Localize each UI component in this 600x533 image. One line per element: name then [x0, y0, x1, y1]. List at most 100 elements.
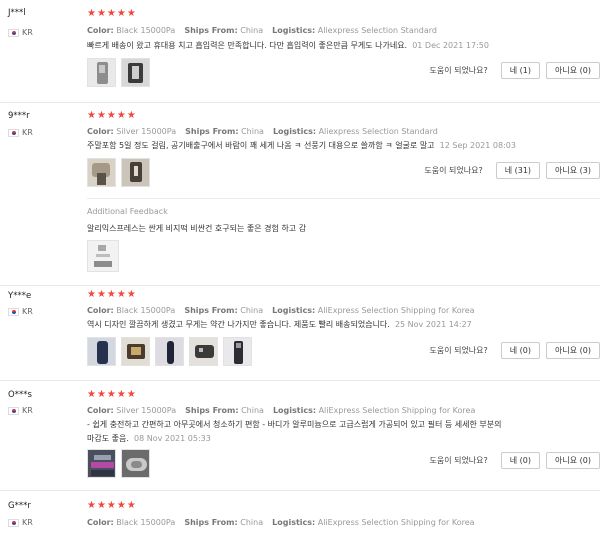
- ships-value: China: [240, 518, 264, 527]
- helpful-no-button[interactable]: 아니요 (0): [546, 342, 600, 359]
- ships-label: Ships From:: [184, 518, 238, 527]
- country-code: KR: [22, 518, 33, 527]
- helpful-box: 도움이 되었나요? 네 (0) 아니요 (0): [429, 452, 600, 469]
- ships-label: Ships From:: [185, 127, 239, 136]
- country-code: KR: [22, 406, 33, 415]
- ships-value: China: [241, 406, 264, 415]
- review-meta: Color: Black 15000Pa Ships From: China Log…: [87, 518, 475, 527]
- review-body: - 쉽게 충전하고 간편하고 아무곳에서 청소하기 편함 - 바디가 알루미늄으…: [87, 420, 502, 429]
- helpful-no-button[interactable]: 아니요 (0): [546, 452, 600, 469]
- review-photo[interactable]: [155, 337, 184, 366]
- color-label: Color:: [87, 518, 114, 527]
- color-value: Black 15000Pa: [116, 306, 176, 315]
- helpful-box: 도움이 되었나요? 네 (31) 아니요 (3): [424, 162, 600, 179]
- color-label: Color:: [87, 306, 114, 315]
- review-photo[interactable]: [121, 58, 150, 87]
- rating-stars: ★★★★★: [87, 8, 137, 19]
- review-date: 25 Nov 2021 14:27: [394, 320, 472, 329]
- logistics-value: AliExpress Selection Shipping for Korea: [317, 306, 475, 315]
- review-date: 08 Nov 2021 05:33: [133, 434, 211, 443]
- reviewer-country: KR: [8, 406, 33, 415]
- review-photo[interactable]: [121, 158, 150, 187]
- review-photo[interactable]: [87, 337, 116, 366]
- review-photo[interactable]: [121, 449, 150, 478]
- ships-value: China: [240, 306, 264, 315]
- helpful-box: 도움이 되었나요? 네 (0) 아니요 (0): [429, 342, 600, 359]
- logistics-value: AliExpress Selection Shipping for Korea: [317, 518, 475, 527]
- review-text: 빠르게 배송이 왔고 휴대용 치고 흡입력은 만족합니다. 다만 흡입력이 좋은…: [87, 39, 489, 53]
- reviewer-name: O***s: [8, 390, 32, 400]
- color-value: Silver 15000Pa: [116, 406, 177, 415]
- helpful-question: 도움이 되었나요?: [429, 456, 488, 465]
- helpful-no-button[interactable]: 아니요 (3): [546, 162, 600, 179]
- rating-stars: ★★★★★: [87, 500, 137, 511]
- helpful-yes-button[interactable]: 네 (0): [500, 452, 541, 469]
- reviewer-name: 9***r: [8, 111, 30, 121]
- reviewer-country: KR: [8, 307, 33, 316]
- color-value: Black 15000Pa: [116, 26, 176, 35]
- rating-stars: ★★★★★: [87, 110, 137, 121]
- helpful-no-button[interactable]: 아니요 (0): [546, 62, 600, 79]
- review-text: 주말포함 5일 정도 걸림, 공기배출구에서 바람이 꽤 세게 나옴 ㅋ 선풍기…: [87, 139, 516, 153]
- reviewer-country: KR: [8, 128, 33, 137]
- divider: [87, 198, 600, 199]
- review-meta: Color: Silver 15000Pa Ships From: China Lo…: [87, 127, 438, 136]
- review-photo[interactable]: [189, 337, 218, 366]
- review-date: 01 Dec 2021 17:50: [412, 41, 489, 50]
- logistics-value: Aliexpress Selection Standard: [317, 26, 437, 35]
- logistics-label: Logistics:: [272, 518, 316, 527]
- review-photos: [87, 449, 150, 478]
- additional-feedback-title: Additional Feedback: [87, 207, 168, 216]
- ships-label: Ships From:: [185, 406, 239, 415]
- kr-flag-icon: [8, 28, 19, 37]
- helpful-yes-button[interactable]: 네 (31): [495, 162, 541, 179]
- helpful-yes-button[interactable]: 네 (0): [500, 342, 541, 359]
- reviewer-name: Y***e: [8, 291, 32, 301]
- ships-label: Ships From:: [184, 306, 238, 315]
- rating-stars: ★★★★★: [87, 289, 137, 300]
- review-photo[interactable]: [121, 337, 150, 366]
- logistics-label: Logistics:: [272, 26, 316, 35]
- review-item: J***l KR ★★★★★ Color: Black 15000Pa Ships…: [0, 0, 600, 103]
- review-photos: [87, 58, 150, 87]
- review-photos: [87, 158, 150, 187]
- review-body-cont: 마감도 좋음.: [87, 434, 129, 443]
- review-photo[interactable]: [223, 337, 252, 366]
- reviewer-name: G***r: [8, 501, 31, 511]
- helpful-yes-button[interactable]: 네 (1): [500, 62, 541, 79]
- kr-flag-icon: [8, 406, 19, 415]
- logistics-value: Aliexpress Selection Standard: [318, 127, 438, 136]
- review-photo[interactable]: [87, 240, 119, 272]
- ships-value: China: [241, 127, 264, 136]
- additional-feedback-text: 알리익스프레스는 싼게 비지떡 비싼건 호구되는 좋은 경험 하고 감: [87, 224, 307, 233]
- color-label: Color:: [87, 26, 114, 35]
- country-code: KR: [22, 128, 33, 137]
- ships-label: Ships From:: [184, 26, 238, 35]
- rating-stars: ★★★★★: [87, 389, 137, 400]
- review-date: 12 Sep 2021 08:03: [439, 141, 516, 150]
- reviewer-name: J***l: [8, 8, 26, 18]
- review-item: Y***e KR ★★★★★ Color: Black 15000Pa Ships…: [0, 286, 600, 381]
- review-text: - 쉽게 충전하고 간편하고 아무곳에서 청소하기 편함 - 바디가 알루미늄으…: [87, 418, 501, 446]
- kr-flag-icon: [8, 128, 19, 137]
- logistics-label: Logistics:: [272, 127, 317, 136]
- color-label: Color:: [87, 406, 114, 415]
- color-value: Silver 15000Pa: [116, 127, 177, 136]
- country-code: KR: [22, 307, 33, 316]
- kr-flag-icon: [8, 307, 19, 316]
- review-photo[interactable]: [87, 58, 116, 87]
- review-meta: Color: Silver 15000Pa Ships From: China Lo…: [87, 406, 475, 415]
- additional-photos: [87, 240, 119, 272]
- review-item: 9***r KR ★★★★★ Color: Silver 15000Pa Ship…: [0, 103, 600, 286]
- reviewer-country: KR: [8, 28, 33, 37]
- review-body: 빠르게 배송이 왔고 휴대용 치고 흡입력은 만족합니다. 다만 흡입력이 좋은…: [87, 41, 408, 50]
- helpful-question: 도움이 되었나요?: [424, 166, 483, 175]
- ships-value: China: [240, 26, 264, 35]
- review-photo[interactable]: [87, 449, 116, 478]
- logistics-label: Logistics:: [272, 406, 317, 415]
- logistics-value: AliExpress Selection Shipping for Korea: [318, 406, 476, 415]
- review-meta: Color: Black 15000Pa Ships From: China Log…: [87, 306, 475, 315]
- review-body: 주말포함 5일 정도 걸림, 공기배출구에서 바람이 꽤 세게 나옴 ㅋ 선풍기…: [87, 141, 435, 150]
- review-photo[interactable]: [87, 158, 116, 187]
- helpful-box: 도움이 되었나요? 네 (1) 아니요 (0): [429, 62, 600, 79]
